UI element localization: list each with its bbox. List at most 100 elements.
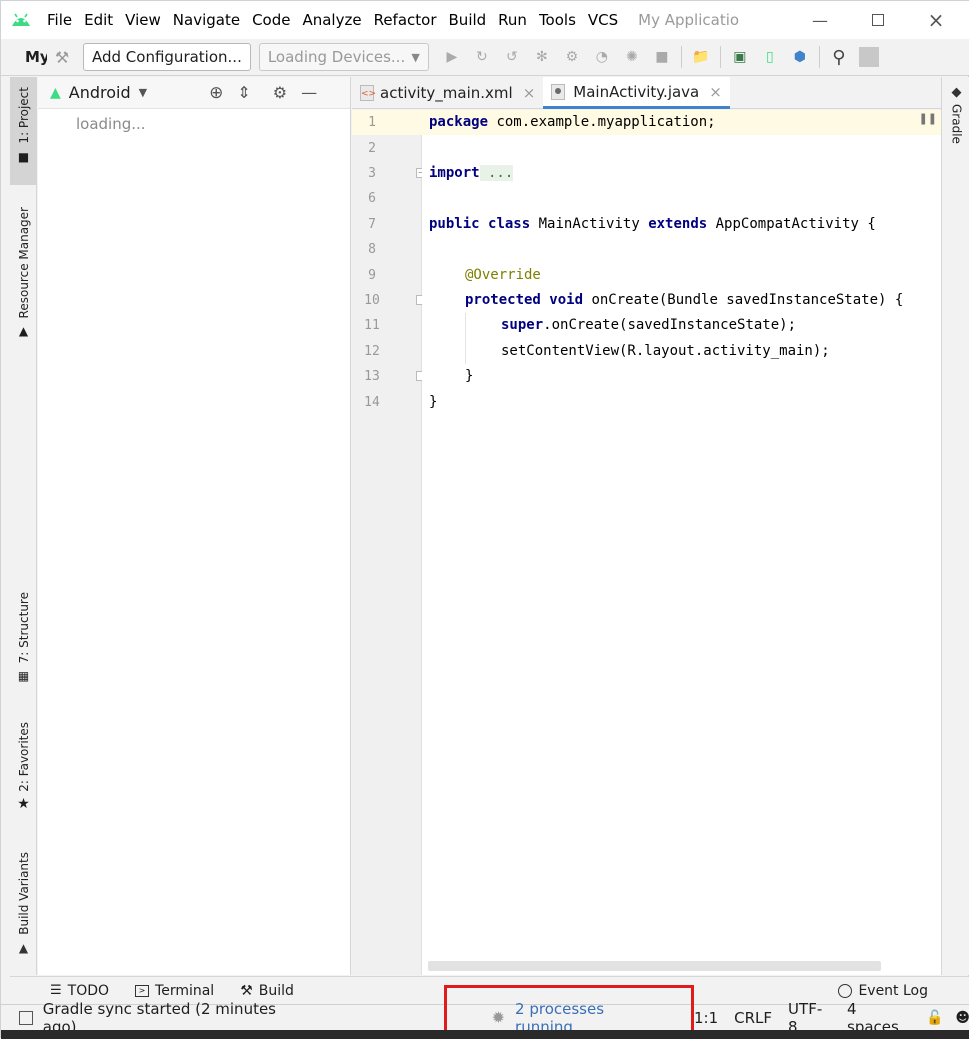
- close-tab-icon[interactable]: ×: [523, 84, 536, 102]
- android-icon: ▲: [18, 940, 29, 955]
- left-tool-strip: 1: Project ■ Resource Manager ▲ 7: Struc…: [10, 77, 37, 975]
- code-line: protected void onCreate(Bundle savedInst…: [465, 292, 904, 308]
- java-file-icon: [551, 83, 566, 100]
- horizontal-scrollbar[interactable]: [428, 961, 881, 971]
- tab-main-activity-java[interactable]: MainActivity.java ×: [543, 77, 730, 109]
- tab-event-log[interactable]: Event Log: [838, 983, 928, 999]
- hammer-icon: ⚒: [240, 982, 253, 999]
- code-line: super.onCreate(savedInstanceState);: [501, 317, 797, 333]
- code-line: import ...: [429, 165, 514, 181]
- project-tree-loading: loading...: [76, 115, 146, 133]
- line-number: 2: [368, 141, 376, 156]
- stop-icon: ■: [655, 49, 669, 65]
- tab-resource-manager[interactable]: Resource Manager ▲: [10, 207, 37, 338]
- run-button[interactable]: ▶: [437, 42, 467, 72]
- tab-gradle-label: Gradle: [949, 104, 964, 144]
- line-number: 14: [364, 395, 380, 410]
- avatar: [858, 47, 879, 67]
- menu-build[interactable]: Build: [443, 1, 493, 39]
- attach-debugger-button[interactable]: ⚙: [557, 42, 587, 72]
- tab-todo-label: TODO: [67, 982, 110, 999]
- gradle-icon: ◆: [951, 85, 962, 100]
- chevron-down-icon[interactable]: ▼: [139, 86, 147, 99]
- tab-resource-manager-label: Resource Manager: [16, 207, 31, 319]
- user-avatar-button[interactable]: [854, 42, 884, 72]
- minimize-button[interactable]: —: [791, 1, 849, 39]
- build-hammer-button[interactable]: ⚒: [47, 42, 77, 72]
- menu-vcs[interactable]: VCS: [582, 1, 624, 39]
- menu-refactor[interactable]: Refactor: [368, 1, 443, 39]
- tab-favorites-label: 2: Favorites: [16, 722, 31, 792]
- menu-code[interactable]: Code: [246, 1, 296, 39]
- attach-process-button[interactable]: ✺: [617, 42, 647, 72]
- toolbar-divider: [719, 46, 721, 68]
- apply-code-icon: ↺: [505, 49, 518, 65]
- editor-tab-bar: <> activity_main.xml × MainActivity.java…: [352, 77, 941, 109]
- menu-navigate[interactable]: Navigate: [167, 1, 246, 39]
- avd-icon: ▯: [765, 49, 774, 65]
- star-icon: ★: [17, 795, 30, 812]
- hammer-icon: ⚒: [54, 47, 70, 67]
- tab-structure[interactable]: 7: Structure ▦: [10, 592, 37, 683]
- project-name[interactable]: My: [25, 48, 47, 66]
- line-number: 6: [368, 191, 376, 206]
- tab-todo[interactable]: ☰ TODO: [50, 983, 109, 999]
- line-separator[interactable]: CRLF: [734, 1009, 772, 1027]
- list-icon: ☰: [50, 983, 62, 998]
- tab-activity-main-xml[interactable]: <> activity_main.xml ×: [352, 77, 543, 109]
- project-view-selector[interactable]: Android: [69, 83, 131, 102]
- event-log-icon: [838, 983, 853, 998]
- debug-button[interactable]: ✻: [527, 42, 557, 72]
- tab-favorites[interactable]: 2: Favorites ★: [10, 722, 37, 812]
- editor-pause-icon: ❚❚: [918, 112, 937, 125]
- collapse-all-icon[interactable]: ⇕: [237, 83, 250, 102]
- code-line: public class MainActivity extends AppCom…: [429, 216, 876, 232]
- lock-icon[interactable]: 🔓: [926, 1010, 943, 1026]
- close-button[interactable]: ×: [907, 1, 965, 39]
- tab-build-variants-label: Build Variants: [16, 852, 31, 935]
- minimize-icon: —: [812, 10, 828, 30]
- inspector-icon[interactable]: ☻: [955, 1010, 969, 1026]
- sdk-manager-button[interactable]: ⬢: [785, 42, 815, 72]
- indent-guide: [465, 313, 466, 364]
- profile-button[interactable]: ◔: [587, 42, 617, 72]
- hide-panel-icon[interactable]: —: [301, 83, 317, 102]
- apply-changes-button[interactable]: ↻: [467, 42, 497, 72]
- project-structure-button[interactable]: 📁: [686, 42, 716, 72]
- close-tab-icon[interactable]: ×: [709, 83, 722, 101]
- search-everywhere-button[interactable]: ⚲: [824, 42, 854, 72]
- tab-project[interactable]: 1: Project ■: [10, 77, 37, 185]
- code-editor[interactable]: package com.example.myapplication; impor…: [422, 110, 941, 975]
- menu-run[interactable]: Run: [492, 1, 533, 39]
- gear-icon[interactable]: ⚙: [273, 83, 287, 102]
- apply-code-changes-button[interactable]: ↺: [497, 42, 527, 72]
- tab-terminal[interactable]: > Terminal: [135, 983, 214, 999]
- tab-build[interactable]: ⚒ Build: [240, 983, 294, 999]
- locate-target-icon[interactable]: ⊕: [209, 83, 223, 103]
- run-icon: ▶: [446, 49, 458, 65]
- menu-file[interactable]: File: [41, 1, 78, 39]
- code-line: @Override: [465, 267, 541, 283]
- tab-build-variants[interactable]: Build Variants ▲: [10, 852, 37, 955]
- line-number: 13: [364, 369, 380, 384]
- tab-terminal-label: Terminal: [155, 982, 215, 999]
- menu-edit[interactable]: Edit: [78, 1, 119, 39]
- menu-tools[interactable]: Tools: [533, 1, 582, 39]
- line-number: 12: [364, 344, 380, 359]
- sync-icon: ▣: [733, 49, 747, 65]
- menu-view[interactable]: View: [119, 1, 167, 39]
- android-studio-logo-icon: [1, 1, 41, 39]
- maximize-button[interactable]: [849, 1, 907, 39]
- apply-changes-icon: ↻: [475, 49, 488, 65]
- project-panel: ▲ Android ▼ ⊕ ⇕ ⚙ — loading...: [38, 77, 351, 975]
- device-selector[interactable]: Loading Devices... ▼: [258, 43, 429, 71]
- sync-project-button[interactable]: ▣: [725, 42, 755, 72]
- line-number: 7: [368, 217, 376, 232]
- toggle-tool-windows-icon[interactable]: [19, 1010, 33, 1025]
- caret-position[interactable]: 1:1: [694, 1009, 718, 1027]
- stop-button[interactable]: ■: [647, 42, 677, 72]
- avd-manager-button[interactable]: ▯: [755, 42, 785, 72]
- tab-gradle[interactable]: ◆ Gradle: [943, 85, 969, 144]
- add-configuration-button[interactable]: Add Configuration...: [83, 43, 251, 71]
- menu-analyze[interactable]: Analyze: [296, 1, 367, 39]
